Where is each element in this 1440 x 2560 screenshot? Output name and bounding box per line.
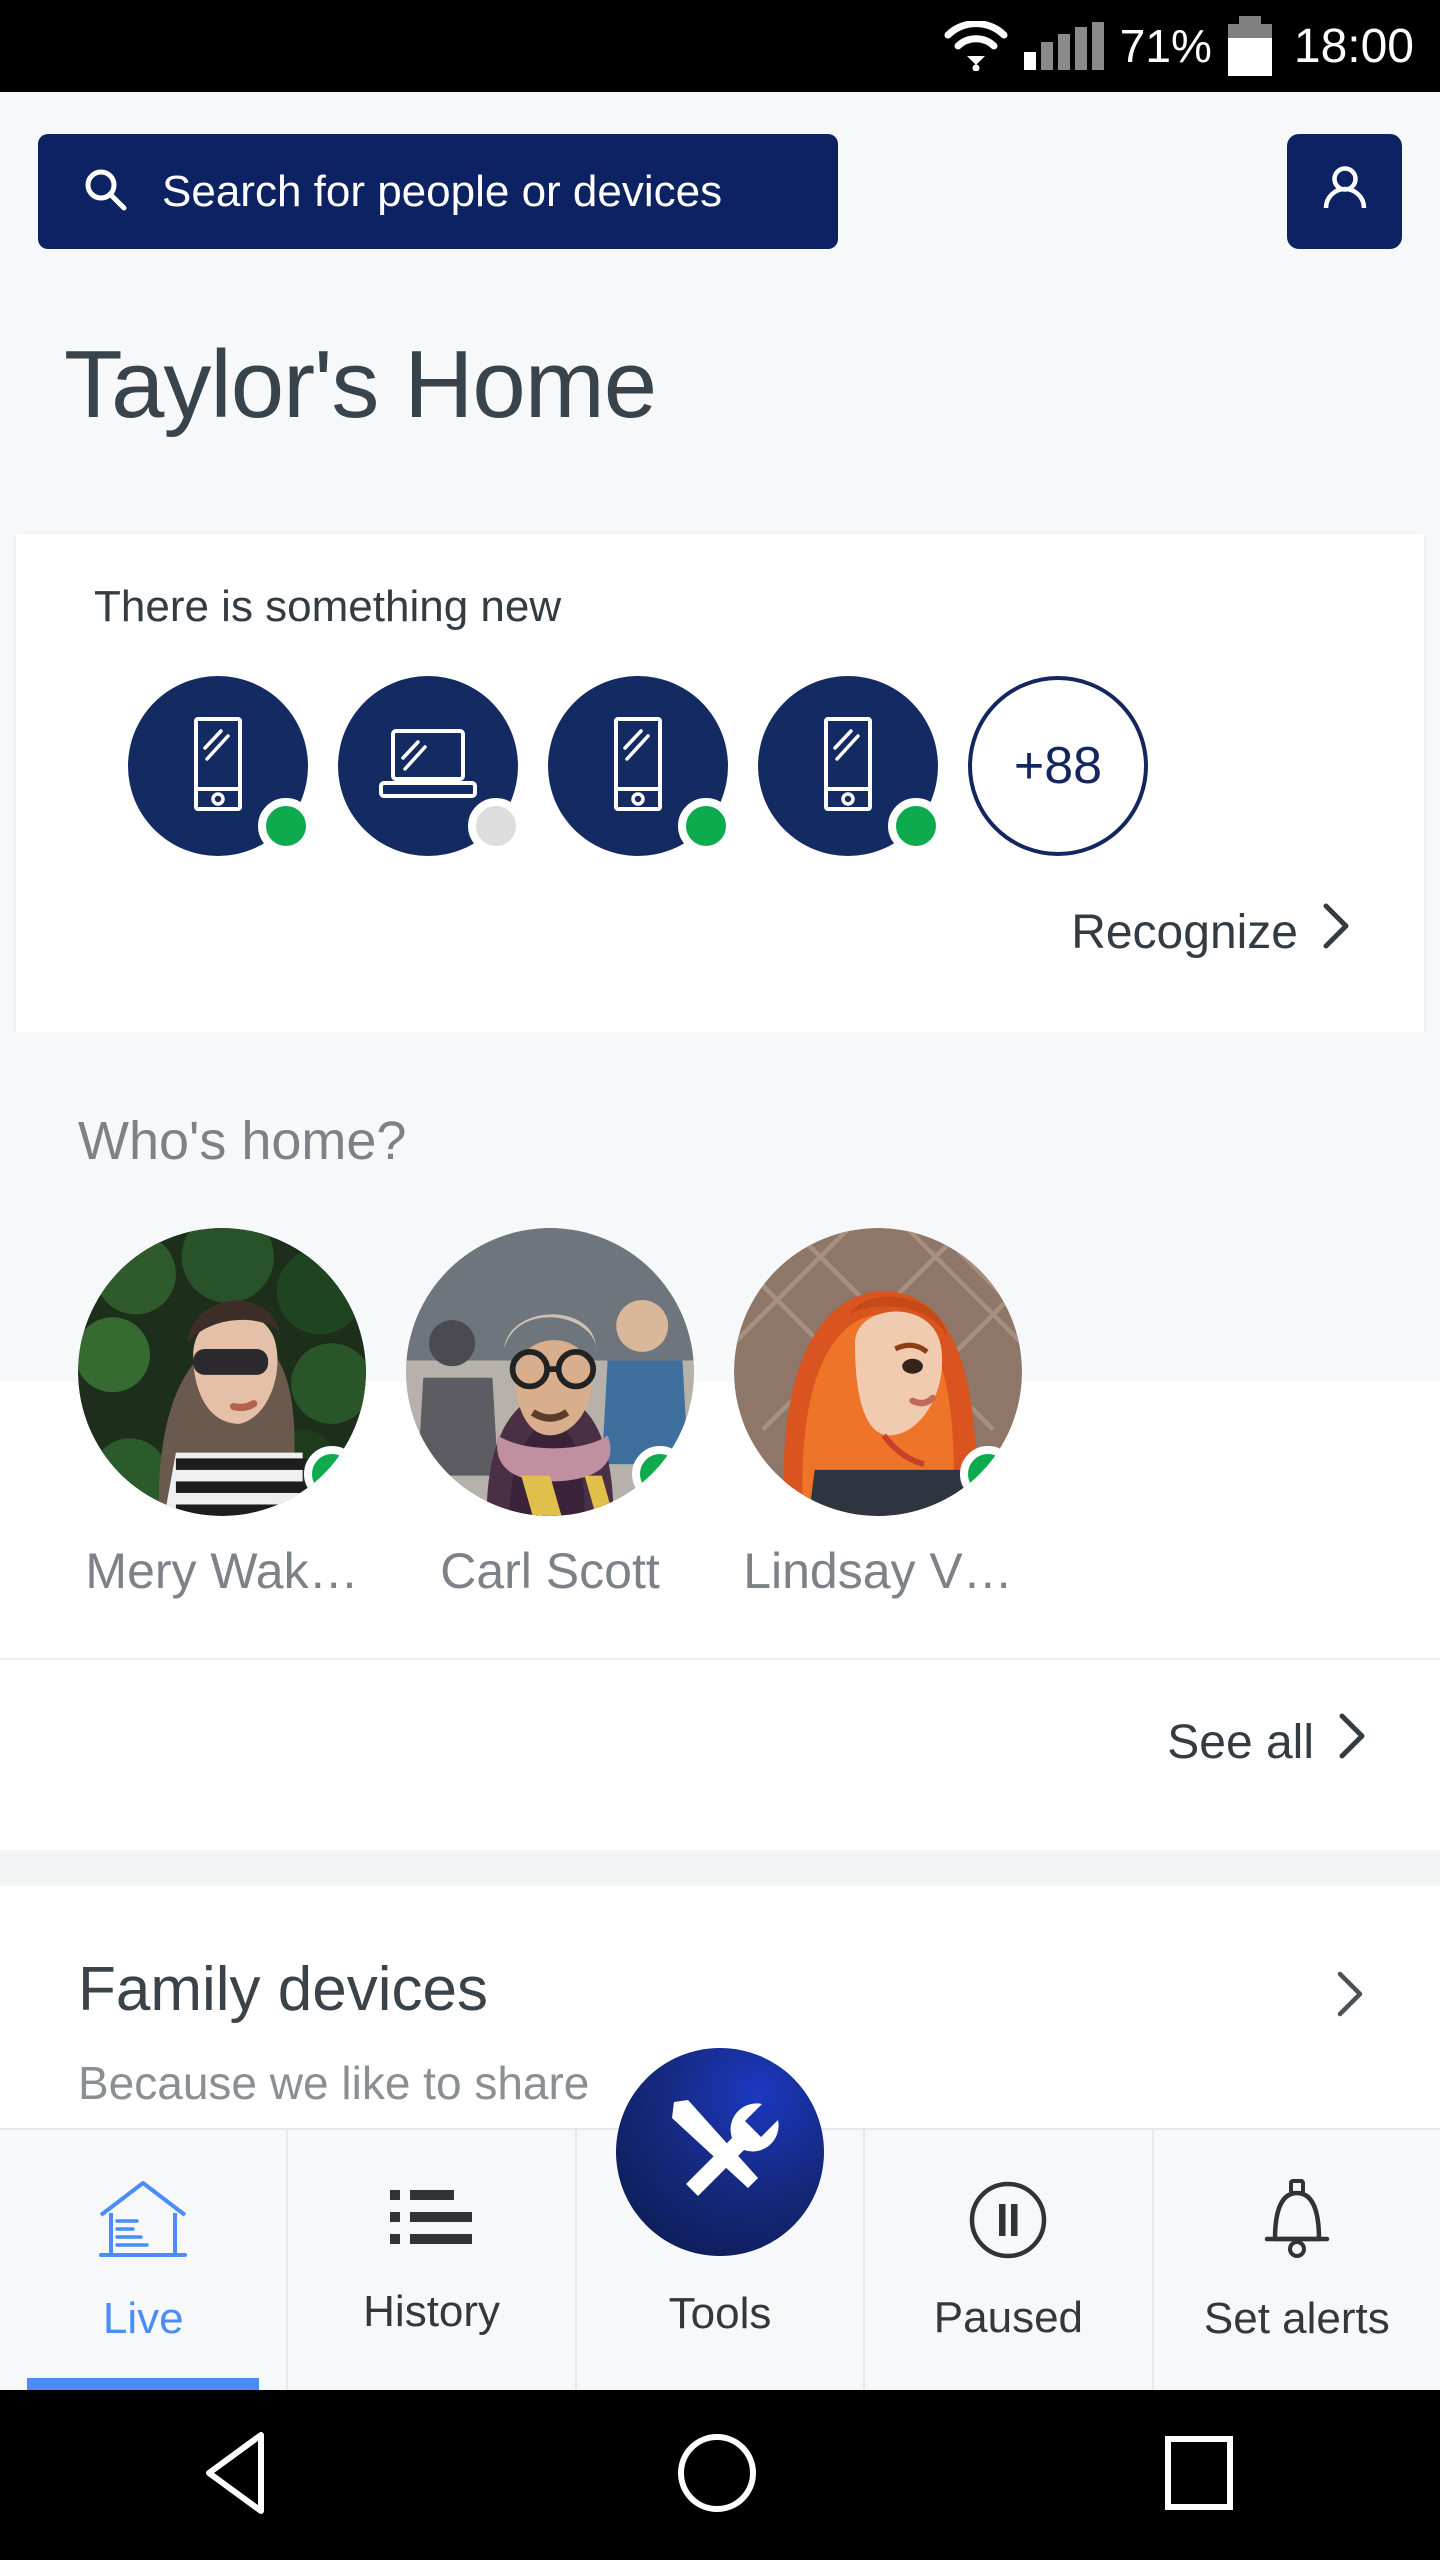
tab-label: Live (102, 2293, 184, 2343)
search-placeholder: Search for people or devices (162, 166, 723, 216)
person-card[interactable]: Mery Wak… (78, 1228, 366, 1600)
app-screen: 71% 18:00 Search for people or devices T… (0, 0, 1440, 2560)
family-devices-subtitle: Because we like to share (78, 2057, 590, 2109)
section-gap (0, 1850, 1440, 1886)
chevron-right-icon (1320, 900, 1354, 964)
avatar (406, 1228, 694, 1516)
profile-button[interactable] (1287, 134, 1402, 249)
person-status-dot (632, 1446, 688, 1502)
device-status-dot (468, 798, 524, 854)
avatar (734, 1228, 1022, 1516)
back-triangle-icon[interactable] (193, 2425, 283, 2526)
new-devices-list: +88 (128, 676, 1148, 856)
chevron-right-icon (1336, 1710, 1370, 1774)
recents-square-icon[interactable] (1151, 2425, 1247, 2526)
person-name: Mery Wak… (85, 1543, 359, 1599)
family-devices-title: Family devices (78, 1955, 488, 2024)
person-name: Carl Scott (440, 1543, 660, 1599)
device-avatar-phone-1[interactable] (128, 676, 314, 856)
active-tab-indicator (27, 2378, 260, 2390)
person-status-dot (304, 1446, 360, 1502)
device-status-dot (888, 798, 944, 854)
device-status-dot (678, 798, 734, 854)
pause-circle-icon (966, 2178, 1050, 2267)
status-bar: 71% 18:00 (0, 0, 1440, 92)
search-row: Search for people or devices (0, 92, 1440, 252)
recognize-label: Recognize (1071, 905, 1298, 959)
see-all-label: See all (1167, 1715, 1314, 1769)
tab-history[interactable]: History (288, 2130, 577, 2390)
page-title: Taylor's Home (64, 331, 657, 438)
tools-fab-button[interactable] (616, 2048, 824, 2256)
search-icon (82, 166, 128, 217)
person-card[interactable]: Lindsay V… (734, 1228, 1022, 1600)
phone-icon (603, 715, 673, 818)
chevron-right-icon[interactable] (1334, 1968, 1368, 2025)
new-devices-card: There is something new +88 Recognize (16, 534, 1424, 1032)
device-avatar-phone-2[interactable] (548, 676, 734, 856)
person-card[interactable]: Carl Scott (406, 1228, 694, 1600)
device-avatar-laptop[interactable] (338, 676, 524, 856)
wifi-icon (944, 20, 1008, 72)
avatar (78, 1228, 366, 1516)
person-status-dot (960, 1446, 1016, 1502)
phone-icon (183, 715, 253, 818)
tab-label: Tools (668, 2289, 772, 2338)
tab-paused[interactable]: Paused (865, 2130, 1154, 2390)
battery-icon (1227, 16, 1272, 76)
tab-label: Paused (933, 2292, 1084, 2342)
device-status-dot (258, 798, 314, 854)
cellular-signal-icon (1023, 22, 1104, 70)
people-list: Mery Wak… Carl Scott Lindsay V… (78, 1228, 1022, 1600)
android-navigation-bar (0, 2390, 1440, 2560)
battery-percent-label: 71% (1119, 20, 1212, 72)
search-input[interactable]: Search for people or devices (38, 134, 838, 249)
tab-label: Set alerts (1203, 2293, 1390, 2343)
laptop-icon (377, 725, 479, 808)
tab-label: History (363, 2286, 501, 2336)
clock-label: 18:00 (1293, 19, 1414, 73)
list-icon (388, 2184, 476, 2261)
tab-live[interactable]: Live (0, 2130, 289, 2390)
device-avatar-phone-3[interactable] (758, 676, 944, 856)
recognize-link[interactable]: Recognize (1071, 900, 1354, 964)
account-icon (1316, 160, 1374, 223)
tab-set-alerts[interactable]: Set alerts (1154, 2130, 1440, 2390)
card-heading: There is something new (94, 582, 562, 631)
see-all-link[interactable]: See all (1167, 1710, 1370, 1774)
phone-icon (813, 715, 883, 818)
whos-home-title: Who's home? (78, 1111, 407, 1171)
home-circle-icon[interactable] (669, 2425, 765, 2526)
bell-icon (1255, 2177, 1339, 2268)
person-name: Lindsay V… (743, 1543, 1013, 1599)
tools-icon (658, 2088, 782, 2217)
home-icon (95, 2177, 191, 2268)
more-devices-badge[interactable]: +88 (968, 676, 1148, 856)
